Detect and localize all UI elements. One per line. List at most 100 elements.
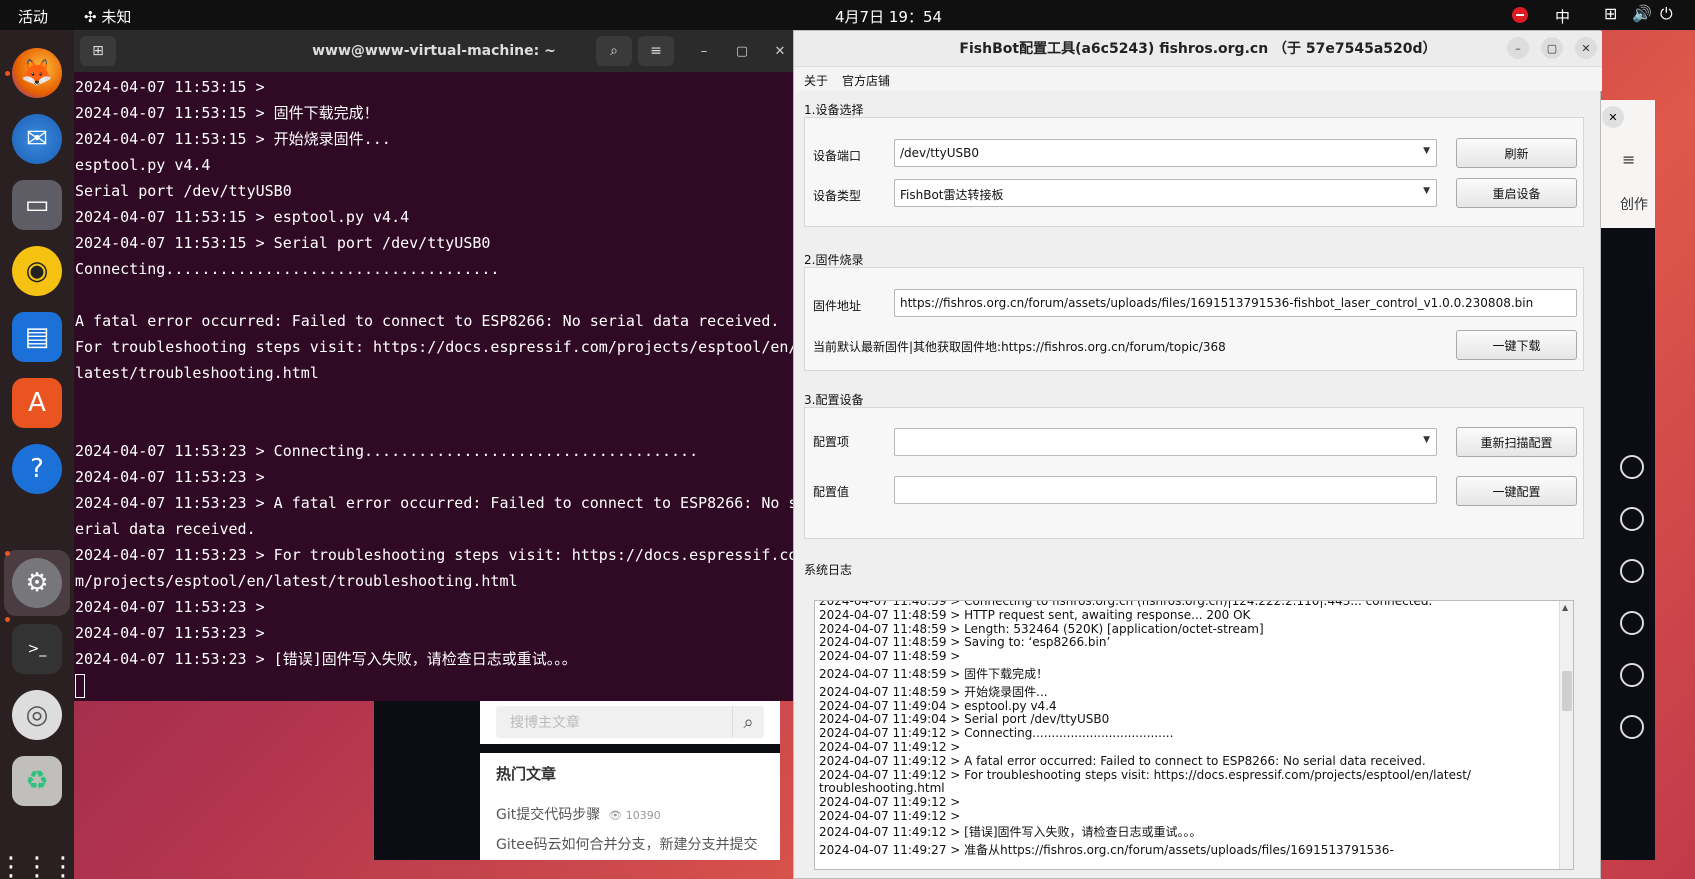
disc-icon[interactable]: ◎ — [12, 690, 62, 740]
log-line: 2024-04-07 11:49:12 > [错误]固件写入失败，请检查日志或重… — [819, 824, 1202, 839]
log-line: 2024-04-07 11:49:12 > — [819, 808, 961, 823]
menu-store[interactable]: 官方店铺 — [842, 72, 890, 89]
config-value-input[interactable] — [894, 476, 1437, 504]
restart-device-button[interactable]: 重启设备 — [1456, 178, 1577, 208]
device-section-title: 1.设备选择 — [804, 103, 864, 117]
terminal-line: m/projects/esptool/en/latest/troubleshoo… — [75, 572, 518, 590]
terminal-output[interactable]: 2024-04-07 11:53:15 > 2024-04-07 11:53:15… — [75, 74, 793, 699]
rhythmbox-icon[interactable]: ◉ — [12, 246, 62, 296]
port-label: 设备端口 — [813, 149, 862, 163]
terminal-line: erial data received. — [75, 520, 256, 538]
log-line: 2024-04-07 11:49:12 > A fatal error occu… — [819, 753, 1426, 768]
terminal-line: 2024-04-07 11:53:23 > — [75, 468, 265, 486]
firmware-hint: 当前默认最新固件|其他获取固件地:https://fishros.org.cn/… — [813, 340, 1226, 354]
side-circle-icon[interactable] — [1620, 611, 1644, 635]
app-store-icon[interactable]: A — [12, 378, 62, 428]
terminal-header[interactable]: ⊞ www@www-virtual-machine: ~ ⌕ ≡ – ▢ ✕ — [74, 30, 794, 72]
side-circle-icon[interactable] — [1620, 715, 1644, 739]
app-grid-icon[interactable]: ⋮⋮⋮ — [0, 842, 76, 879]
system-log[interactable]: 2024-04-07 11:48:59 > Connecting to fish… — [814, 600, 1574, 870]
view-count: 10390 — [625, 809, 661, 822]
type-select[interactable]: FishBot雷达转接板 ▼ — [894, 179, 1437, 207]
terminal-line: Serial port /dev/ttyUSB0 — [75, 182, 292, 200]
hamburger-menu-icon[interactable]: ≡ — [638, 36, 674, 66]
hot-article-link[interactable]: Gitee码云如何合并分支，新建分支并提交 — [496, 834, 757, 854]
log-scrollbar[interactable]: ▲ — [1559, 601, 1573, 869]
apply-config-button[interactable]: 一键配置 — [1456, 476, 1577, 506]
menu-about[interactable]: 关于 — [804, 72, 828, 89]
volume-icon[interactable]: 🔊 — [1632, 4, 1652, 23]
top-bar: 活动 ✣ 未知 4月7日 19：54 中 ⊞ 🔊 ⏻ — [0, 0, 1695, 30]
download-button[interactable]: 一键下载 — [1456, 330, 1577, 360]
create-link[interactable]: 创作 — [1620, 194, 1648, 214]
hot-articles-card: 热门文章 Git提交代码步骤 👁 10390 Gitee码云如何合并分支，新建分支… — [480, 753, 780, 860]
search-icon[interactable]: ⌕ — [596, 36, 632, 66]
scroll-up-icon[interactable]: ▲ — [1562, 603, 1568, 612]
chevron-down-icon: ▼ — [1423, 186, 1430, 196]
close-icon[interactable]: ✕ — [770, 41, 790, 61]
terminal-line: Connecting..............................… — [75, 260, 500, 278]
log-line: 2024-04-07 11:48:59 > 开始烧录固件... — [819, 684, 1048, 699]
log-line: 2024-04-07 11:49:27 > 准备从https://fishros… — [819, 842, 1394, 857]
hot-articles-title: 热门文章 — [496, 765, 557, 783]
hot-article-link[interactable]: Git提交代码步骤 👁 10390 — [496, 804, 661, 824]
writer-icon[interactable]: ▤ — [12, 312, 62, 362]
fishbot-window[interactable]: FishBot配置工具(a6c5243) fishros.org.cn （于 5… — [793, 30, 1602, 879]
stop-icon[interactable] — [1512, 7, 1528, 23]
port-select[interactable]: /dev/ttyUSB0 ▼ — [894, 139, 1437, 167]
network-icon[interactable]: ⊞ — [1604, 4, 1617, 23]
config-item-select[interactable]: ▼ — [894, 428, 1437, 456]
thunderbird-icon[interactable]: ✉ — [12, 114, 62, 164]
blog-search-input[interactable]: 搜博主文章 — [496, 706, 764, 738]
terminal-icon[interactable]: >_ — [12, 624, 62, 674]
side-circle-icon[interactable] — [1620, 507, 1644, 531]
power-icon[interactable]: ⏻ — [1660, 4, 1673, 24]
device-section: 设备端口 /dev/ttyUSB0 ▼ 刷新 设备类型 FishBot雷达转接板 ▼… — [804, 117, 1584, 227]
fishbot-titlebar[interactable]: FishBot配置工具(a6c5243) fishros.org.cn （于 5… — [794, 31, 1602, 67]
menu-icon[interactable]: ≡ — [1622, 150, 1635, 169]
terminal-cursor — [75, 673, 85, 698]
rescan-config-button[interactable]: 重新扫描配置 — [1456, 427, 1577, 457]
side-circle-icon[interactable] — [1620, 559, 1644, 583]
clock[interactable]: 4月7日 19：54 — [835, 6, 942, 27]
running-indicator — [5, 71, 10, 76]
app-menu[interactable]: ✣ 未知 — [84, 6, 131, 27]
terminal-line: 2024-04-07 11:53:23 > Connecting........… — [75, 442, 699, 460]
close-icon[interactable]: ✕ — [1575, 37, 1597, 59]
firmware-url-label: 固件地址 — [813, 299, 862, 313]
app-name: 未知 — [101, 8, 132, 26]
activities-button[interactable]: 活动 — [18, 6, 48, 27]
maximize-icon[interactable]: ▢ — [732, 41, 752, 61]
close-icon[interactable]: ✕ — [1602, 106, 1624, 128]
log-line: 2024-04-07 11:49:12 > Connecting........… — [819, 726, 1174, 741]
maximize-icon[interactable]: ▢ — [1541, 37, 1563, 59]
fishbot-title: FishBot配置工具(a6c5243) fishros.org.cn （于 5… — [959, 41, 1437, 57]
side-circle-icon[interactable] — [1620, 455, 1644, 479]
trash-icon[interactable]: ♻ — [12, 756, 62, 806]
terminal-line: esptool.py v4.4 — [75, 156, 211, 174]
search-icon[interactable]: ⌕ — [732, 706, 764, 738]
terminal-line: latest/troubleshooting.html — [75, 364, 319, 382]
minimize-icon[interactable]: – — [694, 41, 714, 61]
terminal-line: 2024-04-07 11:53:15 > 开始烧录固件... — [75, 130, 391, 148]
side-circle-icon[interactable] — [1620, 663, 1644, 687]
input-method-indicator[interactable]: 中 — [1555, 6, 1570, 27]
firefox-icon[interactable]: 🦊 — [12, 48, 62, 98]
minimize-icon[interactable]: – — [1507, 37, 1529, 59]
settings-icon[interactable]: ⚙ — [12, 558, 62, 608]
dock: 🦊 ✉ ▭ ◉ ▤ A ? ⚙ >_ ◎ ♻ ⋮⋮⋮ — [0, 30, 76, 879]
log-line: 2024-04-07 11:49:12 > — [819, 795, 961, 810]
log-line: 2024-04-07 11:49:04 > Serial port /dev/t… — [819, 712, 1110, 727]
scroll-thumb[interactable] — [1562, 671, 1572, 711]
files-icon[interactable]: ▭ — [12, 180, 62, 230]
type-value: FishBot雷达转接板 — [900, 188, 1004, 202]
terminal-title: www@www-virtual-machine: ~ — [312, 43, 556, 59]
help-icon[interactable]: ? — [12, 444, 62, 494]
refresh-button[interactable]: 刷新 — [1456, 138, 1577, 168]
firmware-url-input[interactable]: https://fishros.org.cn/forum/assets/uplo… — [894, 289, 1577, 317]
eye-icon: 👁 — [608, 809, 623, 822]
terminal-window[interactable]: ⊞ www@www-virtual-machine: ~ ⌕ ≡ – ▢ ✕ 2… — [74, 30, 794, 701]
log-line: 2024-04-07 11:49:12 > — [819, 739, 961, 754]
